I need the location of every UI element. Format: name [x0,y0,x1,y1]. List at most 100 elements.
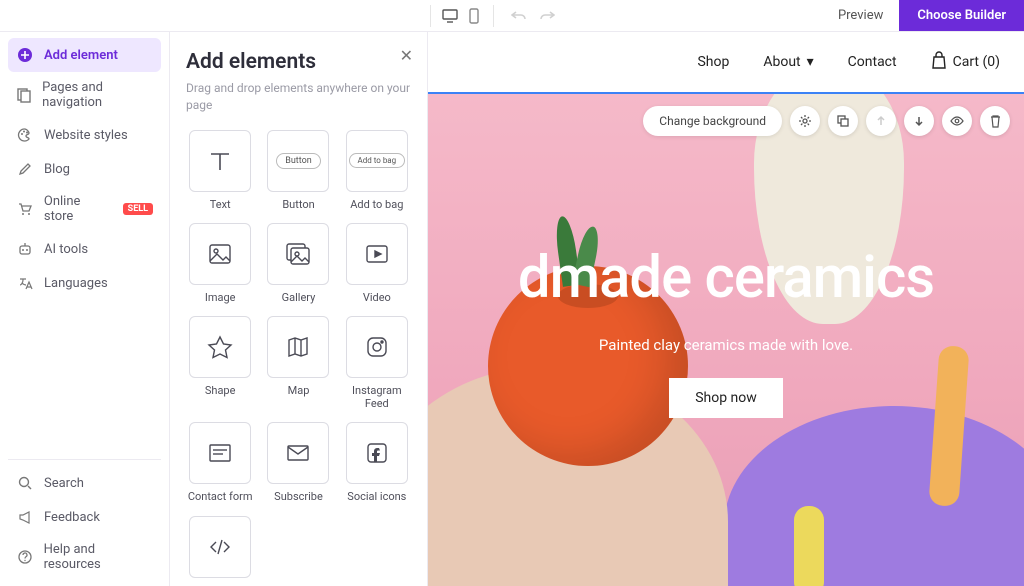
sell-badge: SELL [123,203,153,215]
sidebar-item-label: Blog [44,162,70,177]
hero-section[interactable]: Change background dmade ceramics Painted… [428,94,1024,586]
button-pill: Button [276,153,320,169]
sidebar-item-label: Website styles [44,128,128,143]
plus-circle-icon [16,46,34,64]
undo-icon[interactable] [508,5,530,27]
choose-builder-button[interactable]: Choose Builder [899,0,1024,31]
device-switcher [430,5,494,27]
tile-label: Subscribe [274,490,323,503]
preview-button[interactable]: Preview [822,0,899,31]
settings-icon[interactable] [790,106,820,136]
undo-redo-group [502,5,564,27]
delete-icon[interactable] [980,106,1010,136]
sidebar-item-label: Pages and navigation [42,80,153,110]
tile-label: Button [282,198,314,211]
sidebar-item-label: Languages [44,276,108,291]
tile-label: Add to bag [350,198,403,211]
translate-icon [16,274,34,292]
sidebar-item-search[interactable]: Search [8,466,161,500]
element-instagram[interactable]: Instagram Feed [343,316,411,410]
decor-pedestal-purple [724,406,1024,586]
sidebar-item-blog[interactable]: Blog [8,152,161,186]
redo-icon[interactable] [536,5,558,27]
duplicate-icon[interactable] [828,106,858,136]
decor-stick-yellow [794,506,824,586]
element-map[interactable]: Map [264,316,332,410]
panel-title: Add elements [186,50,411,74]
mobile-icon[interactable] [463,5,485,27]
panel-subtitle: Drag and drop elements anywhere on your … [186,80,411,114]
shop-now-button[interactable]: Shop now [669,378,783,418]
topbar-center [430,5,564,27]
hero-text: dmade ceramics Painted clay ceramics mad… [428,244,1024,418]
site-navigation: Shop About ▾ Contact Cart (0) [428,32,1024,94]
sidebar-item-label: Add element [44,48,118,63]
tile-label: Video [363,291,391,304]
element-add-to-bag[interactable]: Add to bag Add to bag [343,130,411,211]
sidebar-item-label: Online store [44,194,113,224]
pages-icon [16,86,32,104]
visibility-icon[interactable] [942,106,972,136]
chevron-down-icon: ▾ [807,54,814,70]
sidebar-item-store[interactable]: Online store SELL [8,186,161,232]
element-embed[interactable]: Embed code [186,516,254,586]
bag-pill: Add to bag [349,153,406,168]
element-video[interactable]: Video [343,223,411,304]
tile-label: Text [210,198,231,211]
element-shape[interactable]: Shape [186,316,254,410]
sidebar-item-add-element[interactable]: Add element [8,38,161,72]
elements-grid: Text Button Button Add to bag Add to bag… [186,130,411,586]
tile-label: Social icons [347,490,406,503]
sidebar-item-label: Search [44,476,84,491]
sidebar-item-ai[interactable]: AI tools [8,232,161,266]
nav-about[interactable]: About ▾ [763,54,813,70]
tile-label: Image [205,291,236,304]
sidebar-item-label: AI tools [44,242,88,257]
hero-subtitle[interactable]: Painted clay ceramics made with love. [428,336,1024,354]
element-social[interactable]: Social icons [343,422,411,503]
change-background-button[interactable]: Change background [643,106,782,136]
element-contact-form[interactable]: Contact form [186,422,254,503]
palette-icon [16,126,34,144]
element-subscribe[interactable]: Subscribe [264,422,332,503]
desktop-icon[interactable] [439,5,461,27]
sidebar-item-label: Feedback [44,510,100,525]
sidebar-item-styles[interactable]: Website styles [8,118,161,152]
sidebar-item-pages[interactable]: Pages and navigation [8,72,161,118]
editor-topbar: Preview Choose Builder [0,0,1024,32]
left-sidebar: Add element Pages and navigation Website… [0,32,170,586]
megaphone-icon [16,508,34,526]
tile-label: Shape [205,384,236,397]
tile-label: Map [288,384,310,397]
robot-icon [16,240,34,258]
element-image[interactable]: Image [186,223,254,304]
sidebar-item-help[interactable]: Help and resources [8,534,161,580]
move-up-icon[interactable] [866,106,896,136]
element-text[interactable]: Text [186,130,254,211]
add-elements-panel: ✕ Add elements Drag and drop elements an… [170,32,428,586]
sidebar-item-languages[interactable]: Languages [8,266,161,300]
website-canvas: Shop About ▾ Contact Cart (0) Change bac… [428,32,1024,586]
sidebar-item-feedback[interactable]: Feedback [8,500,161,534]
tile-label: Instagram Feed [343,384,411,410]
element-button[interactable]: Button Button [264,130,332,211]
search-icon [16,474,34,492]
element-gallery[interactable]: Gallery [264,223,332,304]
hero-title[interactable]: dmade ceramics [428,244,1024,312]
section-toolbar: Change background [643,106,1010,136]
nav-contact[interactable]: Contact [848,54,897,70]
nav-about-label: About [763,54,800,70]
tile-label: Gallery [282,291,316,304]
topbar-right: Preview Choose Builder [822,0,1024,31]
bag-icon [931,51,947,73]
move-down-icon[interactable] [904,106,934,136]
sidebar-bottom: Search Feedback Help and resources [8,459,161,580]
nav-shop[interactable]: Shop [697,54,729,70]
tile-label: Contact form [188,490,253,503]
nav-cart-label: Cart (0) [953,54,1000,70]
cart-icon [16,200,34,218]
nav-cart[interactable]: Cart (0) [931,51,1000,73]
close-icon[interactable]: ✕ [400,46,413,65]
help-icon [16,548,34,566]
sidebar-item-label: Help and resources [44,542,153,572]
